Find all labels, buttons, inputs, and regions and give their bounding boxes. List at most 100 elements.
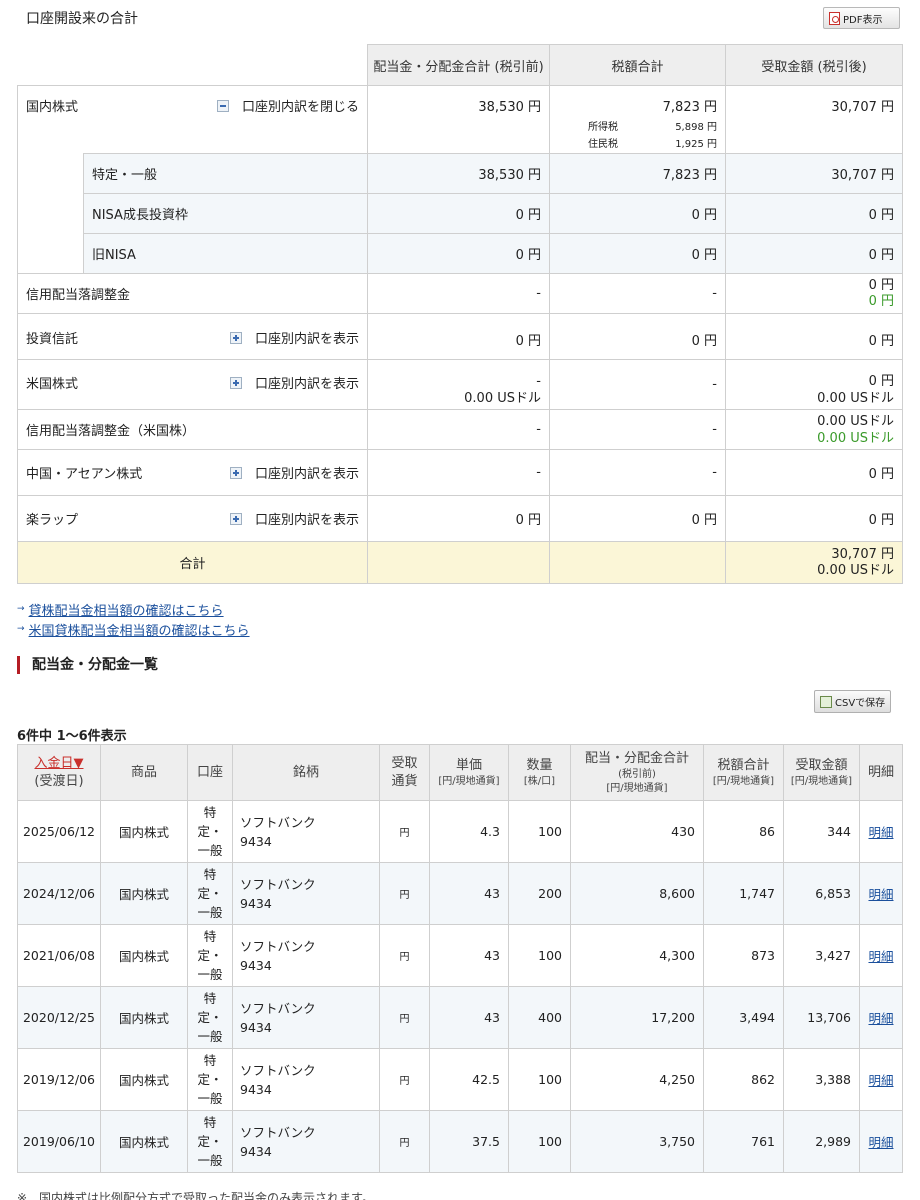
row-date: 2019/06/10: [17, 1110, 101, 1173]
row-product: 国内株式: [100, 1110, 188, 1173]
col-qty: 数量 [株/口]: [508, 744, 571, 801]
fund-toggle[interactable]: 口座別内訳を表示: [229, 328, 359, 347]
col-product: 商品: [100, 744, 188, 801]
wrap-net: 0 円: [725, 495, 903, 542]
us-tax: -: [549, 359, 726, 410]
fund-tax: 0 円: [549, 313, 726, 360]
total-net-usd: 0.00 USドル: [817, 562, 894, 578]
sub-row-pretax: 38,530 円: [367, 153, 550, 194]
sub-row-label: 特定・一般: [83, 153, 368, 194]
row-date: 2025/06/12: [17, 800, 101, 863]
lending-dividend-link[interactable]: 貸株配当金相当額の確認はこちら: [29, 600, 224, 619]
result-count: 6件中 1〜6件表示: [17, 729, 127, 744]
detail-link[interactable]: 明細: [868, 1011, 893, 1026]
row-currency: 円: [379, 800, 430, 863]
row-tax: 3,494: [703, 986, 784, 1049]
pdf-button[interactable]: PDF表示: [823, 7, 900, 29]
row-currency: 円: [379, 986, 430, 1049]
row-price: 43: [429, 924, 509, 987]
fund-label: 投資信託: [26, 332, 79, 347]
row-pretax: 17,200: [570, 986, 704, 1049]
us-toggle[interactable]: 口座別内訳を表示: [229, 373, 359, 392]
row-code: 9434: [240, 1019, 272, 1035]
detail-link[interactable]: 明細: [868, 887, 893, 902]
row-net: 344: [783, 800, 860, 863]
row-tax: 761: [703, 1110, 784, 1173]
row-currency: 円: [379, 1110, 430, 1173]
row-product: 国内株式: [100, 862, 188, 925]
wrap-toggle[interactable]: 口座別内訳を表示: [229, 509, 359, 528]
domestic-tax: 7,823 円: [662, 100, 717, 115]
asean-label: 中国・アセアン株式: [26, 467, 143, 482]
sub-row-pretax: 0 円: [367, 233, 550, 274]
fund-net: 0 円: [725, 313, 903, 360]
row-net: 3,388: [783, 1048, 860, 1111]
row-price: 37.5: [429, 1110, 509, 1173]
row-account: 特定・一般: [187, 862, 233, 925]
collapse-icon: [216, 99, 229, 112]
domestic-net: 30,707 円: [725, 85, 903, 154]
row-qty: 100: [508, 800, 571, 863]
wrap-label: 楽ラップ: [26, 513, 79, 528]
detail-link[interactable]: 明細: [868, 825, 893, 840]
toggle-open-label: 口座別内訳を表示: [254, 332, 359, 347]
page-title: 口座開設来の合計: [26, 11, 138, 27]
row-qty: 100: [508, 1048, 571, 1111]
row-date: 2021/06/08: [17, 924, 101, 987]
wrap-pretax: 0 円: [367, 495, 550, 542]
domestic-toggle[interactable]: 口座別内訳を閉じる: [216, 96, 359, 115]
col-price: 単価 [円/現地通貨]: [429, 744, 509, 801]
income-tax-value: 5,898 円: [675, 122, 717, 133]
row-pretax: 4,300: [570, 924, 704, 987]
links: → 貸株配当金相当額の確認はこちら → 米国貸株配当金相当額の確認はこちら: [17, 599, 250, 639]
row-date: 2019/12/06: [17, 1048, 101, 1111]
us-pretax: -: [536, 374, 541, 389]
col-pretax: 配当・分配金合計 (税引前) [円/現地通貨]: [570, 744, 704, 801]
sub-row-net: 30,707 円: [725, 153, 903, 194]
us-pretax-usd: 0.00 USドル: [464, 391, 541, 406]
us-margin-net2: 0.00 USドル: [817, 431, 894, 446]
table-row: 2020/12/25 国内株式 特定・一般 ソフトバンク 9434 円 43 400 17,20…: [17, 986, 903, 1049]
asean-toggle[interactable]: 口座別内訳を表示: [229, 463, 359, 482]
table-row: 2019/06/10 国内株式 特定・一般 ソフトバンク 9434 円 37.5 100 3,7…: [17, 1110, 903, 1173]
row-date: 2020/12/25: [17, 986, 101, 1049]
row-qty: 400: [508, 986, 571, 1049]
sub-row-label: NISA成長投資枠: [83, 193, 368, 234]
footnote: ※ 国内株式は比例配分方式で受取った配当金のみ表示されます。: [17, 1191, 374, 1200]
row-product: 国内株式: [100, 924, 188, 987]
row-code: 9434: [240, 833, 272, 849]
col-name: 銘柄: [232, 744, 380, 801]
detail-link[interactable]: 明細: [868, 1073, 893, 1088]
row-name: ソフトバンク 9434: [232, 986, 380, 1049]
wrap-tax: 0 円: [549, 495, 726, 542]
csv-icon: [820, 695, 832, 708]
row-code: 9434: [240, 895, 272, 911]
us-margin-pretax: -: [367, 409, 550, 450]
row-net: 13,706: [783, 986, 860, 1049]
csv-save-button[interactable]: CSVで保存: [814, 690, 891, 713]
col-net: 受取金額 [円/現地通貨]: [783, 744, 860, 801]
row-pretax: 430: [570, 800, 704, 863]
us-lending-dividend-link[interactable]: 米国貸株配当金相当額の確認はこちら: [29, 620, 250, 639]
detail-link[interactable]: 明細: [868, 949, 893, 964]
row-price: 43: [429, 986, 509, 1049]
col-date[interactable]: 入金日▼ (受渡日): [17, 744, 101, 801]
margin-adj-net: 0 円: [868, 278, 894, 293]
csv-button-label: CSVで保存: [835, 698, 886, 709]
toggle-close-label: 口座別内訳を閉じる: [241, 100, 359, 115]
table-row: 2024/12/06 国内株式 特定・一般 ソフトバンク 9434 円 43 200 8,600…: [17, 862, 903, 925]
row-tax: 86: [703, 800, 784, 863]
row-name: ソフトバンク 9434: [232, 924, 380, 987]
row-tax: 862: [703, 1048, 784, 1111]
sort-date-link[interactable]: 入金日▼: [34, 756, 83, 771]
table-row: 2025/06/12 国内株式 特定・一般 ソフトバンク 9434 円 4.3 100 430 8…: [17, 800, 903, 863]
row-name: ソフトバンク 9434: [232, 1048, 380, 1111]
us-net: 0 円: [868, 374, 894, 389]
row-qty: 200: [508, 862, 571, 925]
pdf-button-label: PDF表示: [843, 14, 883, 26]
detail-link[interactable]: 明細: [868, 1135, 893, 1150]
row-account: 特定・一般: [187, 986, 233, 1049]
sort-desc-icon: ▼: [73, 755, 84, 771]
row-price: 42.5: [429, 1048, 509, 1111]
summary-header-pretax: 配当金・分配金合計 (税引前): [367, 44, 550, 86]
